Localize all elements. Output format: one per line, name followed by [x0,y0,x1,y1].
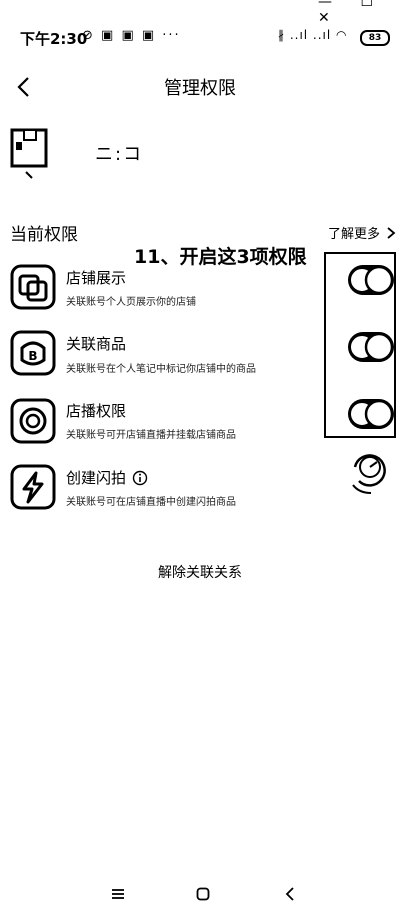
learn-more-label: 了解更多 [328,227,381,242]
back-nav-icon[interactable] [282,886,298,902]
chevron-right-icon [387,226,396,239]
learn-more-link[interactable]: 了解更多 [328,223,396,242]
notification-icons: ⊘ ▣ ▣ ▣ ··· [82,28,181,43]
permission-title: 关联商品 [66,335,127,353]
flash-sale-toggle[interactable] [345,445,395,497]
live-stream-icon [10,398,56,444]
permission-desc: 关联账号可开店铺直播并挂载店铺商品 [66,430,236,441]
shop-display-toggle[interactable] [346,263,396,297]
account-name: ニ:コ [95,144,144,165]
signal-wifi-icons: ∦ ..ıl ..ıl ◠ [278,28,348,42]
window-controls-artifact: — ☐ ✕ [318,0,386,26]
status-bar: — ☐ ✕ 下午2:30 ⊘ ▣ ▣ ▣ ··· ∦ ..ıl ..ıl ◠ 8… [0,0,400,70]
permission-desc: 关联账号个人页展示你的店铺 [66,297,196,308]
menu-icon[interactable] [110,886,126,902]
svg-text:B: B [28,349,37,363]
status-time: 下午2:30 [20,30,88,48]
navigation-bar [0,880,400,910]
linked-goods-toggle[interactable] [346,330,396,364]
current-permissions-label: 当前权限 [10,225,78,245]
permission-desc: 关联账号在个人笔记中标记你店铺中的商品 [66,364,256,375]
permission-title: 创建闪拍 [66,469,127,487]
permission-title-row: 创建闪拍 [66,467,148,488]
permission-title: 店铺展示 [66,269,127,287]
permission-title: 店播权限 [66,402,127,420]
linked-goods-icon: B [10,330,56,376]
flash-sale-icon [10,464,56,510]
battery-level: 83 [368,33,382,43]
annotation-text: 11、开启这3项权限 [134,246,307,268]
avatar [10,128,50,180]
permission-desc: 关联账号可在店铺直播中创建闪拍商品 [66,497,236,508]
unlink-button[interactable]: 解除关联关系 [0,562,400,582]
page-title: 管理权限 [164,78,236,99]
home-icon[interactable] [195,886,211,902]
battery-icon: 83 [360,30,390,46]
shop-display-icon [10,264,56,310]
info-icon[interactable] [132,470,148,486]
live-stream-toggle[interactable] [346,397,396,431]
